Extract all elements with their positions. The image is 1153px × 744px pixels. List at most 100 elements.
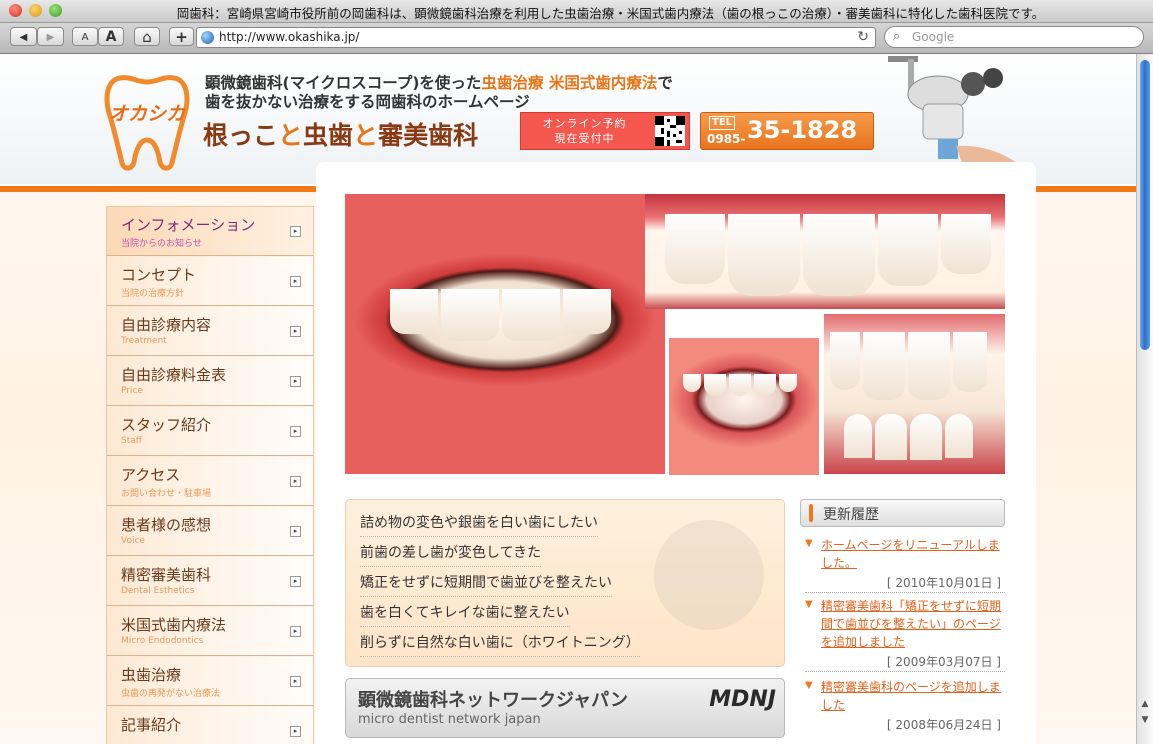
- sidebar-item-price[interactable]: 自由診療料金表 Price ▸: [107, 357, 313, 406]
- news-link[interactable]: 精密審美歯科のページを追加しました: [821, 678, 1009, 714]
- sidebar-item-label: インフォメーション: [121, 216, 256, 234]
- sidebar-item-label: 精密審美歯科: [121, 566, 212, 584]
- url-text[interactable]: http://www.okashika.jp/: [219, 30, 359, 44]
- address-bar[interactable]: http://www.okashika.jp/ ↻: [196, 27, 876, 48]
- arrow-circle-icon: [654, 520, 764, 630]
- sidebar-item-sublabel: 虫歯の再発がない治療法: [121, 689, 221, 699]
- sidebar-item-endodontics[interactable]: 米国式歯内療法 Micro Endodontics ▸: [107, 607, 313, 656]
- teeth-lower-row: [844, 414, 973, 460]
- sidebar-item-information[interactable]: インフォメーション 当院からのお知らせ ▸: [107, 207, 313, 256]
- teeth-upper-row: [830, 332, 987, 400]
- search-icon: ⌕: [893, 29, 901, 44]
- banner-subtitle: micro dentist network japan: [358, 712, 541, 727]
- news-date: [ 2008年06月24日 ]: [886, 718, 1001, 732]
- teeth-mid: [683, 374, 797, 396]
- sidebar-item-articles[interactable]: 記事紹介 ▸: [107, 707, 313, 744]
- sidebar-item-sublabel: Voice: [121, 536, 145, 546]
- vertical-scrollbar[interactable]: ▲ ▼: [1136, 54, 1153, 744]
- tel-label: TEL: [709, 116, 736, 130]
- qr-code-icon: [655, 116, 685, 146]
- sidebar-nav: インフォメーション 当院からのお知らせ ▸ コンセプト 当院の治療方針 ▸ 自由…: [106, 206, 314, 744]
- okashika-logo-icon[interactable]: オカシカ: [102, 68, 192, 173]
- news-link[interactable]: 精密審美歯科「矯正をせずに短期間で歯並びを整えたい」のページを追加しました: [821, 597, 1009, 651]
- news-title: 更新履歴: [823, 507, 879, 523]
- microscope-icon: [888, 56, 1018, 179]
- search-field[interactable]: ⌕ Google: [884, 26, 1144, 48]
- scroll-up-icon[interactable]: ▲: [1139, 698, 1151, 710]
- banner-title: 顕微鏡歯科ネットワークジャパン: [358, 690, 628, 711]
- sidebar-item-label: スタッフ紹介: [121, 416, 212, 434]
- back-button[interactable]: ◀: [10, 27, 37, 46]
- concern-item[interactable]: 前歯の差し歯が変色してきた: [360, 542, 542, 567]
- reload-icon[interactable]: ↻: [857, 29, 869, 45]
- news-item: ▼ 精密審美歯科「矯正をせずに短期間で歯並びを整えたい」のページを追加しました …: [805, 597, 1005, 672]
- phone-banner[interactable]: TEL 0985- 35-1828: [700, 112, 874, 150]
- brand-part-2: 虫歯: [303, 121, 354, 150]
- header-tagline-2: 歯を抜かない治療をする岡歯科のホームページ: [205, 93, 530, 111]
- brand-part-1: 根っこ: [203, 121, 279, 150]
- sidebar-item-access[interactable]: アクセス お問い合わせ・駐車場 ▸: [107, 457, 313, 506]
- concern-item[interactable]: 矯正をせずに短期間で歯並びを整えたい: [360, 572, 612, 597]
- zoom-window-button[interactable]: [49, 4, 62, 17]
- sidebar-item-label: 自由診療内容: [121, 316, 212, 334]
- concern-item[interactable]: 詰め物の変色や銀歯を白い歯にしたい: [360, 512, 598, 537]
- sidebar-item-staff[interactable]: スタッフ紹介 Staff ▸: [107, 407, 313, 456]
- arrow-right-icon: ▸: [290, 526, 301, 537]
- sidebar-item-label: 患者様の感想: [121, 516, 212, 534]
- reserve-line-2: 現在受付中: [554, 132, 615, 145]
- brand-title: 根っこと虫歯と審美歯科: [203, 116, 478, 152]
- search-placeholder[interactable]: Google: [912, 30, 954, 44]
- concern-item[interactable]: 歯を白くてキレイな歯に整えたい: [360, 602, 570, 627]
- close-window-button[interactable]: [9, 4, 22, 17]
- smile-photo: [345, 194, 665, 474]
- home-button[interactable]: ⌂: [134, 27, 160, 46]
- sidebar-item-sublabel: Dental Esthetics: [121, 586, 195, 596]
- arrow-right-icon: ▸: [290, 426, 301, 437]
- minimize-window-button[interactable]: [29, 4, 42, 17]
- brand-connector-1: と: [278, 121, 304, 150]
- arrow-right-icon: ▸: [290, 626, 301, 637]
- sidebar-item-cavity-treatment[interactable]: 虫歯治療 虫歯の再発がない治療法 ▸: [107, 657, 313, 706]
- teeth-alignment-photo: [824, 314, 1005, 474]
- window-title: 岡歯科：宮崎県宮崎市役所前の岡歯科は、顕微鏡歯科治療を利用した虫歯治療・米国式歯…: [176, 6, 1045, 21]
- news-header: 更新履歴: [800, 499, 1005, 527]
- forward-button[interactable]: ▶: [37, 27, 64, 46]
- sidebar-item-label: コンセプト: [121, 266, 197, 284]
- arrow-right-icon: ▸: [290, 576, 301, 587]
- front-teeth-photo: [645, 194, 1005, 309]
- sidebar-item-sublabel: Price: [121, 386, 143, 396]
- news-divider: [805, 671, 1005, 672]
- add-bookmark-button[interactable]: +: [169, 27, 194, 46]
- brand-part-3: 審美歯科: [378, 121, 479, 150]
- arrow-right-icon: ▸: [290, 676, 301, 687]
- sidebar-item-label: 記事紹介: [121, 716, 182, 734]
- text-smaller-button[interactable]: A: [72, 27, 98, 46]
- concern-item[interactable]: 削らずに自然な白い歯に（ホワイトニング）: [360, 632, 640, 657]
- sidebar-item-dental-esthetics[interactable]: 精密審美歯科 Dental Esthetics ▸: [107, 557, 313, 606]
- news-item: ▼ ホームページをリニューアルしました。 [ 2010年10月01日 ]: [805, 536, 1005, 593]
- arrow-right-icon: ▸: [290, 476, 301, 487]
- scroll-down-icon[interactable]: ▼: [1139, 714, 1151, 726]
- sidebar-item-sublabel: Treatment: [121, 336, 167, 346]
- reserve-line-1: オンライン予約: [542, 117, 627, 130]
- logo-text: オカシカ: [109, 103, 186, 125]
- sidebar-item-voice[interactable]: 患者様の感想 Voice ▸: [107, 507, 313, 556]
- sidebar-item-label: 自由診療料金表: [121, 366, 227, 384]
- news-link[interactable]: ホームページをリニューアルしました。: [821, 536, 1009, 572]
- sidebar-item-concept[interactable]: コンセプト 当院の治療方針 ▸: [107, 257, 313, 306]
- network-banner[interactable]: 顕微鏡歯科ネットワークジャパン micro dentist network ja…: [345, 678, 785, 738]
- arrow-right-icon: ▸: [290, 376, 301, 387]
- scrollbar-thumb[interactable]: [1140, 60, 1150, 350]
- concern-list-box[interactable]: 詰め物の変色や銀歯を白い歯にしたい 前歯の差し歯が変色してきた 矯正をせずに短期…: [345, 499, 785, 667]
- window-titlebar: 岡歯科：宮崎県宮崎市役所前の岡歯科は、顕微鏡歯科治療を利用した虫歯治療・米国式歯…: [0, 0, 1153, 23]
- text-larger-button[interactable]: A: [98, 27, 124, 46]
- arrow-right-icon: ▸: [290, 326, 301, 337]
- sidebar-item-treatment[interactable]: 自由診療内容 Treatment ▸: [107, 307, 313, 356]
- online-reservation-button[interactable]: オンライン予約 現在受付中: [520, 112, 690, 150]
- news-date: [ 2010年10月01日 ]: [886, 576, 1001, 590]
- tooth-bullet-icon: ▼: [805, 599, 813, 610]
- arrow-right-icon: ▸: [290, 276, 301, 287]
- sidebar-item-sublabel: 当院からのお知らせ: [121, 239, 202, 249]
- news-divider: [805, 592, 1005, 593]
- tagline-1-post: で: [657, 74, 673, 92]
